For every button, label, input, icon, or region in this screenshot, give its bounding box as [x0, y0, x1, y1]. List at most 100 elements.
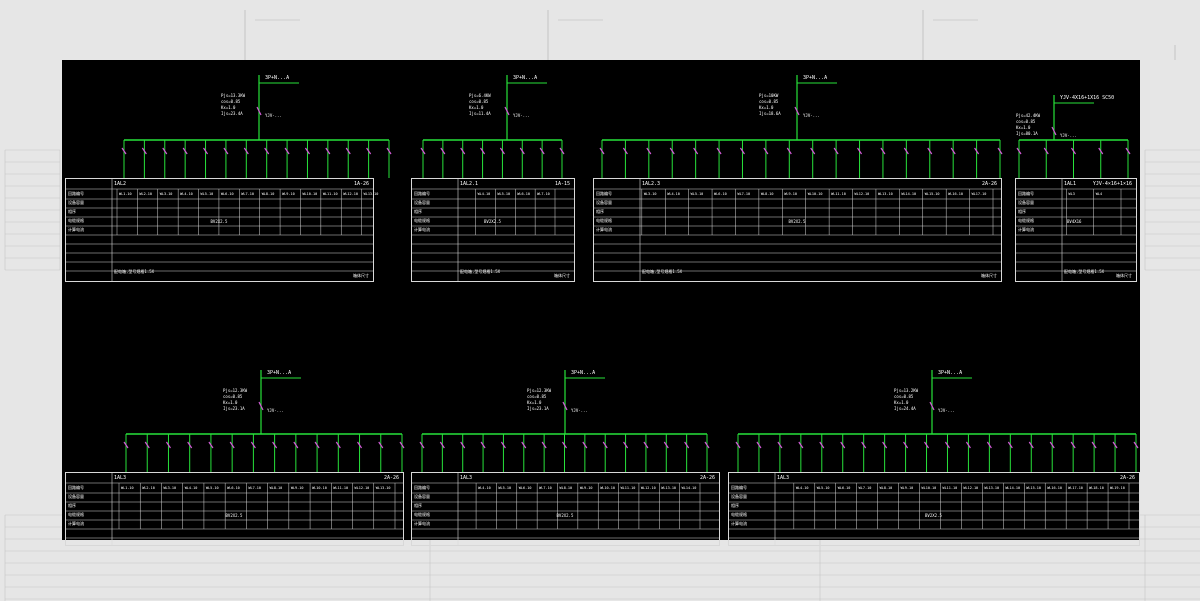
- circuit-id: WL4-10: [184, 486, 198, 490]
- circuit-id: WL9-10: [784, 192, 797, 196]
- calc-power-label: Pjs=42.4KW: [1016, 113, 1041, 118]
- circuit-id: WL14-10: [901, 192, 917, 196]
- incoming-cable-label: YJV-...: [571, 408, 588, 413]
- circuit-id: WL8-10: [261, 192, 275, 196]
- row-heading: 回路编号: [68, 485, 84, 490]
- row-heading: 计算电流: [68, 521, 84, 526]
- circuit-id: WL7-10: [537, 192, 550, 196]
- circuit-id: WL6-10: [227, 486, 240, 490]
- circuit-id: WL16-10: [948, 192, 963, 196]
- row-heading: 电缆规格: [414, 218, 430, 223]
- circuit-id: WL8-10: [269, 486, 283, 490]
- circuit-schedule-table: 回路编号 设备容量 相序 电缆规格 计算电流 1AL3 2A-26 WL4-10 WL5-10 W…: [411, 472, 720, 546]
- circuit-id: WL10-10: [312, 486, 327, 490]
- cable-spec-label: BV2X2.5: [556, 513, 574, 518]
- circuit-id: WL12-10: [640, 486, 656, 490]
- circuit-id: WL10-10: [921, 486, 937, 490]
- row-heading: 电缆规格: [68, 512, 84, 517]
- panel-code: 2A-26: [1119, 475, 1135, 481]
- circuit-id: WL17-10: [971, 192, 987, 196]
- circuit-id: WL6-10: [714, 192, 727, 196]
- panel-code: 1A-26: [353, 181, 369, 187]
- demand-factor-label: Kx=1.0: [223, 400, 238, 405]
- circuit-id: WL3-10: [159, 192, 173, 196]
- row-heading: 回路编号: [731, 485, 747, 490]
- incoming-breaker-label: YJV-4X16+1X16 SC50: [1060, 95, 1115, 101]
- electrical-schematic-canvas[interactable]: Pjs=13.3KW cos=0.85 Kx=1.0 Ijs=23.4A 3P+N...…: [62, 60, 1140, 546]
- row-heading: 回路编号: [414, 191, 430, 196]
- incoming-breaker-label: 3P+N...A: [267, 370, 292, 376]
- circuit-id: WL12-10: [854, 192, 870, 196]
- row-heading: 相序: [68, 503, 76, 508]
- demand-factor-label: Kx=1.0: [894, 400, 909, 405]
- circuit-id: WL5-10: [200, 192, 214, 196]
- calc-power-label: Pjs=12.3KW: [527, 388, 552, 393]
- row-heading: 设备容量: [68, 494, 84, 499]
- circuit-id: WL19-10: [1110, 486, 1125, 490]
- circuit-id: WL5-10: [205, 486, 219, 490]
- circuit-id: WL4-10: [795, 486, 809, 490]
- calc-current-label: Ijs=18.6A: [759, 111, 781, 116]
- calc-power-label: Pjs=12.3KW: [223, 388, 248, 393]
- circuit-id: WL13-10: [877, 192, 893, 196]
- cable-spec-label: BV2X2.5: [788, 219, 806, 224]
- row-heading: 电缆规格: [731, 512, 747, 517]
- panel-name: 1AL2.1: [460, 181, 479, 187]
- row-heading: 电缆规格: [68, 218, 84, 223]
- row-heading: 设备容量: [731, 494, 747, 499]
- panel-footer-note: 箱体尺寸: [353, 273, 369, 278]
- circuit-id: WL12-10: [343, 192, 358, 196]
- row-heading: 相序: [414, 503, 422, 508]
- calc-power-label: Pjs=13.3KW: [221, 93, 246, 98]
- circuit-schedule-table: 回路编号 设备容量 相序 电缆规格 计算电流 1AL2 1A-26 WL1-10 WL2-10 W…: [65, 178, 378, 282]
- incoming-breaker-label: 3P+N...A: [571, 370, 596, 376]
- circuit-id: WL6-10: [220, 192, 234, 196]
- panel-name: 1AL3: [114, 475, 127, 481]
- circuit-id: WL5-10: [497, 192, 511, 196]
- circuit-id: WL13-10: [984, 486, 1000, 490]
- incoming-cable-label: YJV-...: [267, 408, 284, 413]
- circuit-id: WL4-10: [667, 192, 680, 196]
- circuit-id: WL8-10: [559, 486, 573, 490]
- panel-name: 1AL1: [1064, 181, 1077, 187]
- circuit-id: WL7-10: [539, 486, 552, 490]
- cable-spec-label: BV2X2.5: [925, 513, 942, 518]
- calc-current-label: Ijs=24.4A: [894, 406, 916, 411]
- row-heading: 电缆规格: [414, 512, 430, 517]
- circuit-schedule-table: 回路编号 设备容量 相序 电缆规格 计算电流 1AL3 2A-26 WL4-10 WL5-10 W…: [728, 472, 1140, 546]
- circuit-id: WL18-10: [1089, 486, 1104, 490]
- circuit-id: WL12-10: [963, 486, 979, 490]
- power-factor-label: cos=0.85: [527, 394, 547, 399]
- circuit-id: WL9-10: [900, 486, 914, 490]
- row-heading: 计算电流: [1018, 227, 1034, 232]
- circuit-id: WL9-10: [290, 486, 304, 490]
- panel-name: 1AL3: [460, 475, 473, 481]
- cable-spec-label: BV2X2.5: [210, 219, 228, 224]
- incoming-breaker-label: 3P+N...A: [803, 75, 828, 81]
- circuit-id: WL11-10: [942, 486, 958, 490]
- row-heading: 计算电流: [731, 521, 747, 526]
- panel-code: 2A-26: [699, 475, 715, 481]
- circuit-id: WL3-10: [163, 486, 177, 490]
- calc-power-label: Pjs=6.4KW: [469, 93, 491, 98]
- circuit-id: WL14-10: [681, 486, 697, 490]
- panel-footer-text: 配电箱,型号规格1.5X: [1064, 269, 1105, 274]
- panel-name: 1AL3: [777, 475, 790, 481]
- calc-power-label: Pjs=10KW: [759, 93, 779, 98]
- circuit-id: WL4-10: [180, 192, 193, 196]
- calc-current-label: Ijs=23.1A: [223, 406, 245, 411]
- power-factor-label: cos=0.85: [1016, 119, 1036, 124]
- row-heading: 设备容量: [68, 200, 84, 205]
- row-heading: 设备容量: [596, 200, 612, 205]
- circuit-schedule-table: 回路编号 设备容量 相序 电缆规格 计算电流 1AL2.3 2A-26 WL3-10 WL4-1…: [593, 178, 1002, 282]
- circuit-id: WL17-10: [1068, 486, 1083, 490]
- row-heading: 电缆规格: [1018, 218, 1034, 223]
- circuit-id: WL13-10: [375, 486, 391, 490]
- circuit-id: WL10-10: [807, 192, 823, 196]
- circuit-id: WL9-10: [282, 192, 295, 196]
- table-grid: [729, 473, 1139, 545]
- row-heading: 设备容量: [1018, 200, 1034, 205]
- circuit-id: WL8-10: [879, 486, 893, 490]
- circuit-id: WL2-10: [142, 486, 155, 490]
- demand-factor-label: Kx=1.0: [469, 105, 484, 110]
